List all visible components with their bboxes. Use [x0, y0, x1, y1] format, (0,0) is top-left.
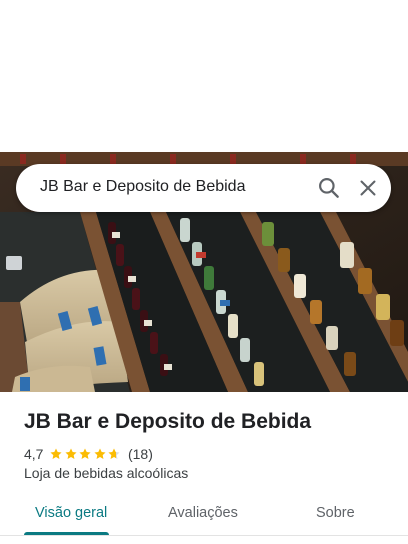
star-icon [79, 448, 92, 459]
rating-row[interactable]: 4,7 (18) [24, 445, 153, 463]
tabs-divider [0, 535, 408, 536]
rating-value: 4,7 [24, 446, 44, 462]
star-icon [50, 448, 63, 459]
tab-about[interactable]: Sobre [316, 505, 355, 521]
star-icon [108, 448, 121, 459]
search-input[interactable]: JB Bar e Deposito de Bebida [40, 178, 245, 196]
star-icon [65, 448, 77, 459]
place-info-panel: JB Bar e Deposito de Bebida 4,7 (18) Loj… [0, 392, 408, 544]
place-tabs: Visão geral Avaliações Sobre [0, 492, 408, 536]
tab-reviews[interactable]: Avaliações [168, 505, 238, 521]
search-bar[interactable]: JB Bar e Deposito de Bebida [16, 164, 391, 212]
close-icon[interactable] [356, 176, 380, 200]
review-count[interactable]: (18) [128, 446, 153, 462]
place-category[interactable]: Loja de bebidas alcoólicas [24, 465, 188, 481]
search-icon[interactable] [316, 175, 342, 201]
place-name: JB Bar e Deposito de Bebida [24, 410, 312, 433]
star-icon [94, 448, 106, 459]
map-area[interactable] [0, 0, 408, 152]
tab-overview[interactable]: Visão geral [35, 505, 107, 521]
rating-stars [49, 447, 122, 461]
